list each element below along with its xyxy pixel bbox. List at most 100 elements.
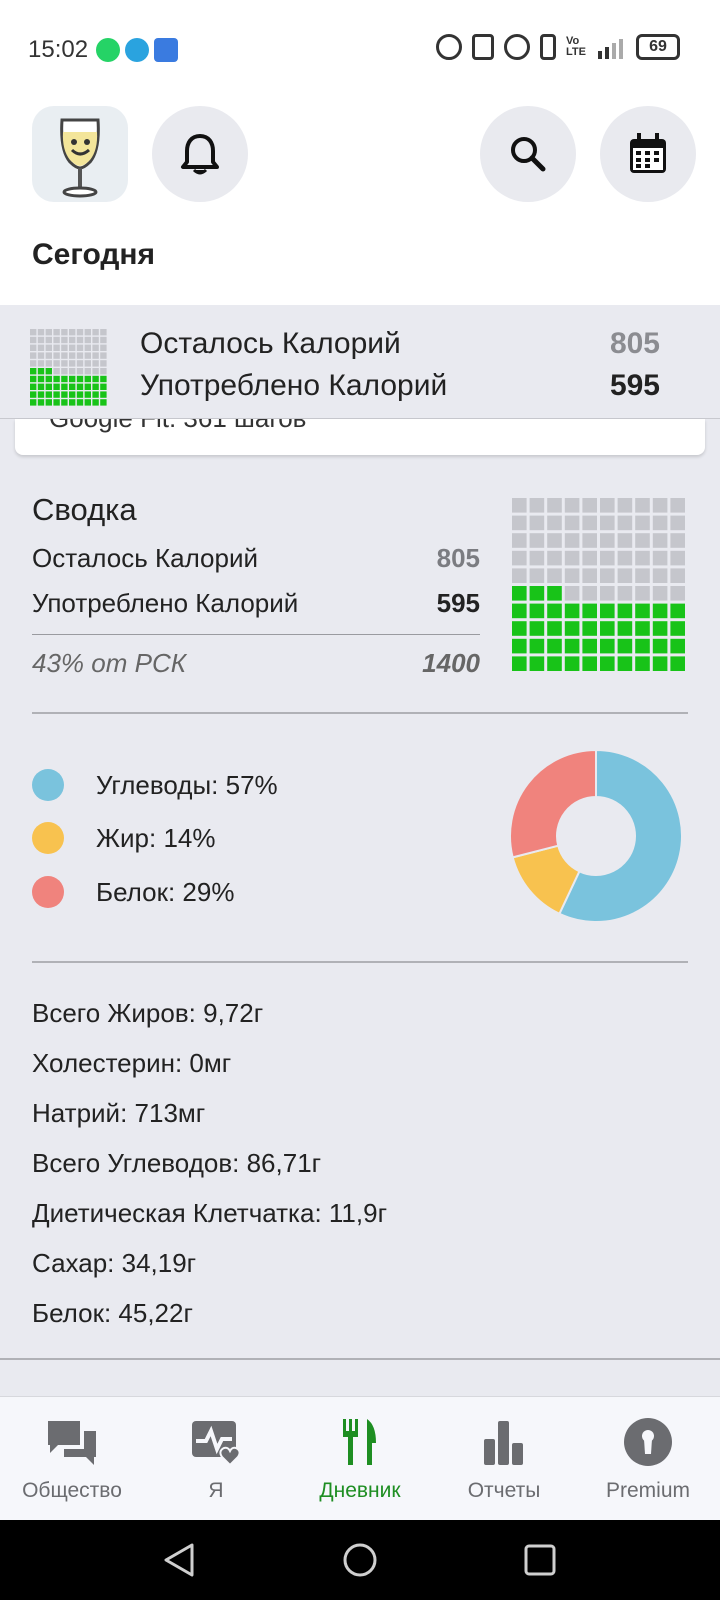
grid-cell [61,399,68,406]
status-time: 15:02 [28,36,89,63]
nav-reports[interactable]: Отчеты [432,1415,576,1503]
grid-cell [37,399,45,406]
calorie-grid-small [30,329,107,406]
calorie-strip: Осталось Калорий 805 Употреблено Калорий… [0,305,720,419]
grid-cell [37,352,45,359]
section-divider [32,961,688,963]
grid-cell [547,621,562,636]
notifications-button[interactable] [152,106,248,202]
grid-cell [84,360,91,367]
nav-community[interactable]: Общество [0,1415,144,1503]
grid-cell [652,621,668,636]
summary-remaining-row: Осталось Калорий 805 [32,543,480,574]
grid-cell [45,360,52,367]
grid-cell [652,586,668,601]
battery-icon: 69 [636,34,680,60]
grid-cell [512,498,527,513]
grid-cell [84,329,91,336]
grid-cell [635,568,650,583]
grid-cell [582,498,597,513]
calendar-icon [630,133,666,173]
grid-cell [617,638,633,654]
grid-cell [600,533,615,548]
nav-premium[interactable]: Premium [576,1415,720,1503]
home-icon[interactable] [342,1542,378,1578]
grid-cell [617,550,633,566]
grid-cell [45,383,52,390]
grid-cell [564,603,580,619]
grid-cell [53,368,60,375]
nav-community-label: Общество [22,1479,122,1502]
vibrate-icon [540,34,557,60]
steps-text: Google Fit: 361 шагов [49,419,307,434]
back-icon[interactable] [162,1542,196,1578]
grid-cell [45,336,52,344]
grid-cell [652,533,668,548]
grid-cell [600,603,615,619]
nfc-icon [472,34,495,60]
search-button[interactable] [480,106,576,202]
grid-cell [30,329,37,336]
calendar-button[interactable] [600,106,696,202]
grid-cell [582,621,597,636]
grid-cell [670,656,685,671]
steps-card[interactable]: Google Fit: 361 шагов [15,419,705,455]
grid-cell [69,375,76,383]
alert-icon [154,38,178,62]
grid-cell [61,336,68,344]
grid-cell [30,383,37,390]
grid-cell [100,329,107,336]
bar-chart-icon [484,1421,523,1465]
macro-donut-chart [509,748,683,923]
grid-cell [564,550,580,566]
grid-cell [635,586,650,601]
strip-remaining-label: Осталось Калорий [140,327,401,360]
grid-cell [76,329,84,336]
grid-cell [652,550,668,566]
grid-cell [564,498,580,513]
grid-cell [582,586,597,601]
grid-cell [617,621,633,636]
summary-consumed-row: Употреблено Калорий 595 [32,588,480,619]
grid-cell [512,515,527,531]
grid-cell [547,498,562,513]
grid-cell [582,603,597,619]
summary-pct-label: 43% от РСК [32,648,187,678]
nutrient-sugar: Сахар: 34,19г [32,1248,197,1278]
grid-cell [564,656,580,671]
summary-consumed-value: 595 [436,588,480,618]
grid-cell [670,586,685,601]
bottom-nav: Общество Я Дневник Отчеты Premium [0,1396,720,1520]
grid-cell [582,638,597,654]
nav-me[interactable]: Я [144,1415,288,1503]
grid-cell [600,498,615,513]
grid-cell [512,656,527,671]
grid-cell [512,550,527,566]
status-icons: Vo LTE 69 [436,34,680,60]
section-divider [0,1358,720,1360]
grid-cell [69,383,76,390]
nav-premium-label: Premium [605,1479,690,1502]
macro-carbs-dot [32,769,64,801]
telegram-icon [125,38,149,62]
grid-cell [69,329,76,336]
recents-icon[interactable] [522,1542,558,1578]
grid-cell [564,586,580,601]
grid-cell [100,375,107,383]
grid-cell [92,368,99,375]
grid-cell [37,344,45,351]
grid-cell [670,533,685,548]
calorie-grid-large [512,498,685,671]
grid-cell [635,603,650,619]
nav-diary[interactable]: Дневник [288,1415,432,1503]
grid-cell [547,586,562,601]
grid-cell [84,383,91,390]
summary-consumed-label: Употреблено Калорий [32,588,299,618]
grid-cell [617,515,633,531]
grid-cell [582,533,597,548]
grid-cell [37,336,45,344]
macro-protein-dot [32,876,64,908]
grid-cell [45,368,52,375]
wine-glass-avatar[interactable] [32,106,128,202]
nav-reports-label: Отчеты [467,1479,541,1502]
